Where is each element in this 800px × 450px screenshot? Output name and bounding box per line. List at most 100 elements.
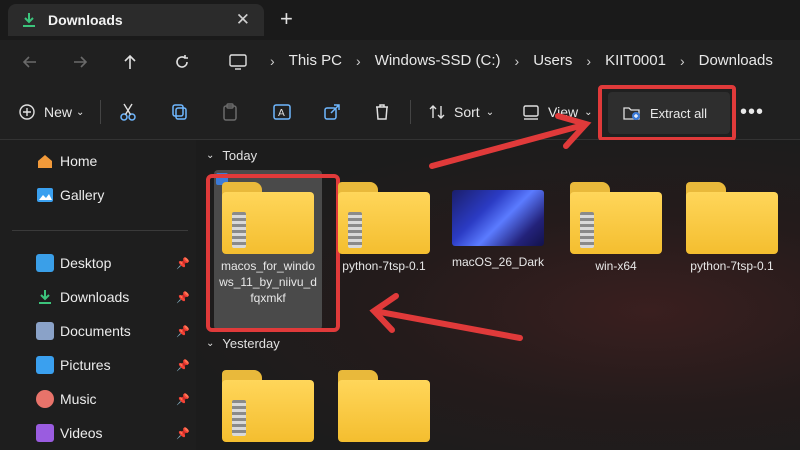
zip-folder-icon [338, 182, 430, 254]
rename-button[interactable]: A [272, 98, 292, 126]
pin-icon[interactable]: 📌 [176, 427, 190, 440]
breadcrumb-separator-icon: › [356, 52, 361, 69]
chevron-down-icon: ⌄ [584, 106, 593, 118]
file-name: win-x64 [595, 259, 637, 273]
pin-icon[interactable]: 📌 [176, 359, 190, 372]
pin-icon[interactable]: 📌 [176, 257, 190, 270]
sidebar-item-label: Desktop [60, 255, 112, 271]
sort-button-label: Sort [454, 104, 480, 120]
group-header-yesterday[interactable]: ⌄ Yesterday [206, 336, 280, 351]
sidebar-item-pictures[interactable]: Pictures [36, 356, 111, 374]
svg-text:A: A [278, 108, 285, 119]
chevron-down-icon: ⌄ [76, 106, 85, 118]
breadcrumb-users[interactable]: Users [533, 52, 572, 69]
folder-icon [686, 182, 778, 254]
trash-icon [376, 104, 388, 120]
zip-folder-icon [222, 370, 314, 442]
file-highlight [206, 174, 340, 332]
new-button-label: New [44, 104, 73, 120]
file-item[interactable]: python-7tsp-0.1 [682, 182, 782, 274]
back-icon[interactable] [18, 50, 42, 74]
file-item[interactable]: python-7tsp-0.1 [334, 182, 434, 274]
refresh-icon[interactable] [170, 50, 194, 74]
sidebar-item-label: Music [60, 391, 97, 407]
breadcrumb-drive[interactable]: Windows-SSD (C:) [375, 52, 501, 69]
sidebar-item-desktop[interactable]: Desktop [36, 254, 111, 272]
sidebar-item-label: Videos [60, 425, 103, 441]
sort-button[interactable]: Sort ⌄ [428, 98, 494, 126]
group-title: Yesterday [222, 336, 280, 351]
chevron-down-icon: ⌄ [485, 106, 495, 118]
navigation-pane: Home Gallery Desktop 📌 Downloads 📌 Docum… [0, 140, 196, 450]
pin-icon[interactable]: 📌 [176, 325, 190, 338]
sidebar-divider [12, 230, 188, 231]
copy-icon [172, 104, 187, 120]
documents-icon [36, 322, 54, 340]
sort-icon [429, 105, 445, 119]
breadcrumb-this-pc[interactable]: This PC [289, 52, 342, 69]
pin-icon[interactable]: 📌 [176, 291, 190, 304]
pin-icon[interactable]: 📌 [176, 393, 190, 406]
sidebar-item-music[interactable]: Music [36, 390, 97, 408]
cut-button[interactable] [118, 98, 138, 126]
folder-icon [338, 370, 430, 442]
close-tab-icon[interactable]: ✕ [236, 10, 250, 30]
toolbar-divider [410, 100, 411, 124]
tab-downloads[interactable]: Downloads ✕ [8, 4, 264, 36]
share-button[interactable] [322, 98, 342, 126]
plus-circle-icon [19, 104, 35, 120]
extract-all-highlight [598, 85, 736, 141]
sidebar-item-home[interactable]: Home [36, 152, 97, 170]
breadcrumb-downloads[interactable]: Downloads [699, 52, 773, 69]
breadcrumb-user[interactable]: KIIT0001 [605, 52, 666, 69]
sidebar-item-gallery[interactable]: Gallery [36, 186, 104, 204]
file-item[interactable] [334, 370, 434, 442]
clipboard-icon [223, 103, 237, 121]
breadcrumb-separator-icon: › [679, 52, 685, 69]
videos-icon [36, 424, 54, 442]
sidebar-item-label: Home [60, 153, 98, 169]
zip-folder-icon [570, 182, 662, 254]
breadcrumb: › This PC › Windows-SSD (C:) › Users › K… [262, 52, 779, 69]
up-icon[interactable] [118, 50, 142, 74]
download-icon [23, 13, 35, 27]
music-icon [36, 390, 54, 408]
view-button[interactable]: View ⌄ [522, 98, 592, 126]
copy-button[interactable] [170, 98, 190, 126]
file-item[interactable]: win-x64 [566, 182, 666, 274]
sidebar-item-label: Downloads [60, 289, 130, 305]
file-name: python-7tsp-0.1 [342, 259, 426, 273]
sidebar-item-downloads[interactable]: Downloads [36, 288, 129, 306]
title-bar: Downloads ✕ + [0, 0, 800, 40]
tab-title: Downloads [48, 12, 123, 28]
sidebar-item-videos[interactable]: Videos [36, 424, 103, 442]
home-icon [38, 155, 52, 168]
this-pc-icon[interactable] [226, 50, 250, 74]
view-icon [523, 105, 539, 120]
file-item[interactable] [218, 370, 318, 442]
sidebar-item-label: Gallery [60, 187, 105, 203]
paste-button[interactable] [220, 98, 240, 126]
delete-button[interactable] [372, 98, 392, 126]
download-icon [39, 290, 51, 304]
new-tab-icon[interactable]: + [280, 6, 293, 32]
file-name: python-7tsp-0.1 [690, 259, 774, 273]
chevron-down-icon: ⌄ [206, 150, 215, 161]
scissors-icon [120, 103, 136, 121]
forward-icon[interactable] [68, 50, 92, 74]
sidebar-item-documents[interactable]: Documents [36, 322, 131, 340]
rename-icon: A [273, 104, 291, 120]
breadcrumb-separator-icon: › [270, 52, 275, 69]
group-title: Today [222, 148, 258, 163]
file-item[interactable]: macOS_26_Dark [448, 182, 548, 270]
group-header-today[interactable]: ⌄ Today [206, 148, 257, 163]
toolbar-divider [100, 100, 101, 124]
breadcrumb-separator-icon: › [586, 52, 592, 69]
sidebar-item-label: Documents [60, 323, 131, 339]
gallery-icon [37, 188, 53, 202]
view-button-label: View [548, 104, 579, 120]
more-options-icon[interactable]: ••• [740, 98, 764, 126]
image-thumbnail [452, 190, 544, 246]
new-button[interactable]: New ⌄ [18, 98, 84, 126]
share-icon [324, 104, 340, 120]
